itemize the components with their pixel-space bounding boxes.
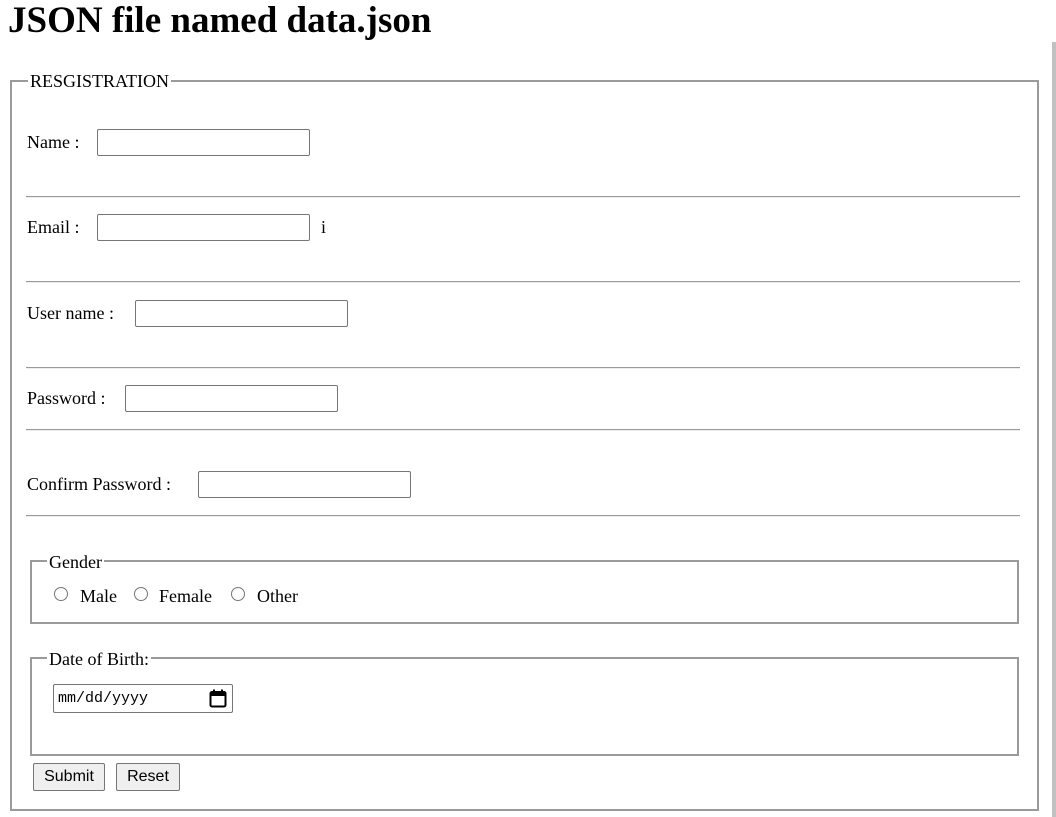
registration-legend: RESGISTRATION bbox=[28, 71, 172, 91]
gender-female-radio[interactable] bbox=[134, 587, 148, 601]
confirm-password-input[interactable] bbox=[198, 471, 411, 498]
dob-legend: Date of Birth: bbox=[47, 649, 151, 669]
password-input[interactable] bbox=[125, 385, 338, 412]
reset-button[interactable]: Reset bbox=[116, 763, 180, 791]
divider bbox=[26, 429, 1020, 431]
gender-male-label: Male bbox=[80, 586, 117, 606]
confirm-password-label: Confirm Password : bbox=[27, 474, 171, 494]
username-label: User name : bbox=[27, 303, 114, 323]
name-label: Name : bbox=[27, 132, 80, 152]
submit-button[interactable]: Submit bbox=[33, 763, 105, 791]
password-label: Password : bbox=[27, 388, 106, 408]
calendar-icon[interactable] bbox=[209, 689, 227, 708]
username-input[interactable] bbox=[135, 300, 348, 327]
divider bbox=[26, 515, 1020, 517]
name-input[interactable] bbox=[97, 129, 310, 156]
divider bbox=[26, 196, 1020, 198]
email-suffix-text: i bbox=[321, 217, 327, 237]
divider bbox=[26, 281, 1020, 283]
page-title: JSON file named data.json bbox=[8, 0, 432, 41]
gender-male-radio[interactable] bbox=[54, 587, 68, 601]
email-input[interactable] bbox=[97, 214, 310, 241]
gender-legend: Gender bbox=[47, 552, 104, 572]
gender-female-label: Female bbox=[159, 586, 212, 606]
vertical-scrollbar[interactable] bbox=[1052, 42, 1056, 817]
gender-other-label: Other bbox=[257, 586, 298, 606]
gender-other-radio[interactable] bbox=[231, 587, 245, 601]
dob-date-input[interactable]: mm/dd/yyyy bbox=[53, 684, 233, 713]
dob-placeholder: mm/dd/yyyy bbox=[58, 690, 149, 707]
email-label: Email : bbox=[27, 217, 80, 237]
divider bbox=[26, 367, 1020, 369]
